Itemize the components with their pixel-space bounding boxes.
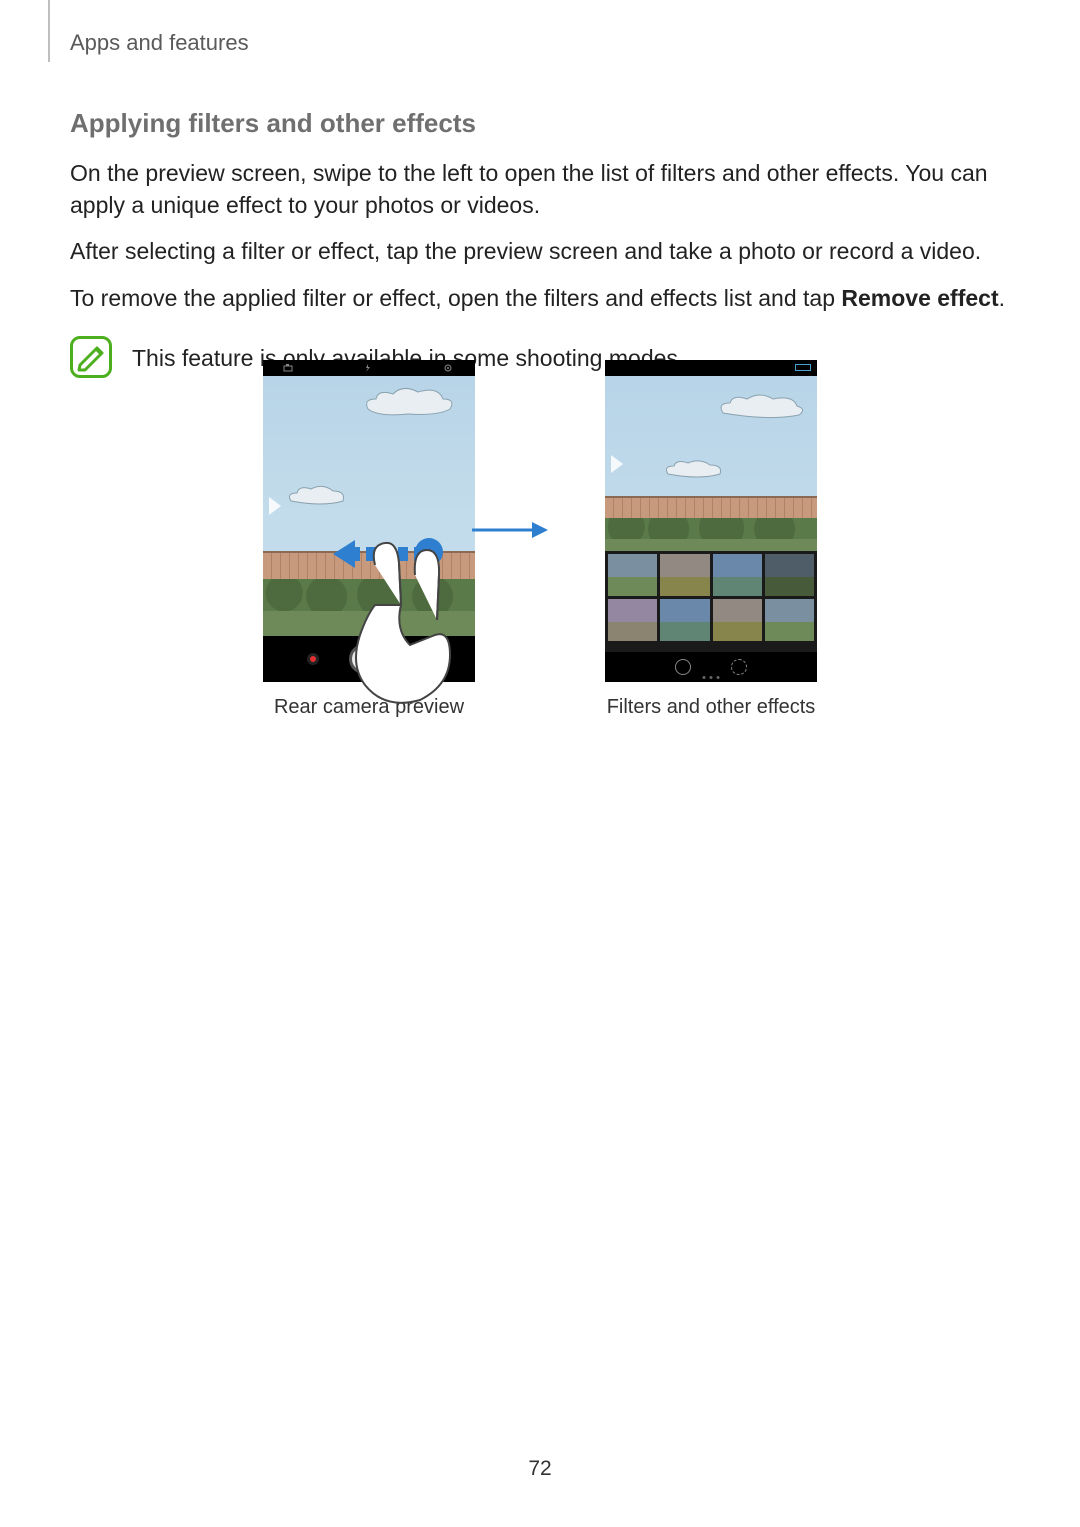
page-dots-icon <box>703 676 720 679</box>
scene-ground <box>605 496 817 551</box>
breadcrumb: Apps and features <box>70 30 249 56</box>
section-heading: Applying filters and other effects <box>70 108 1010 139</box>
main-content: Applying filters and other effects On th… <box>70 108 1010 378</box>
filters-preview <box>605 376 817 551</box>
phone-right <box>605 360 817 682</box>
camera-switch-icon <box>283 364 293 372</box>
gear-icon <box>443 364 453 372</box>
page-number: 72 <box>0 1457 1080 1481</box>
flash-icon <box>363 364 373 372</box>
cloud-icon <box>660 456 730 481</box>
paragraph-1: On the preview screen, swipe to the left… <box>70 157 1010 221</box>
paragraph-2: After selecting a filter or effect, tap … <box>70 235 1010 267</box>
remove-effect-label: Remove effect <box>841 285 998 311</box>
status-bar <box>605 360 817 376</box>
preview-chevron-icon <box>269 497 281 515</box>
filter-tile <box>713 599 762 641</box>
filters-footer <box>605 652 817 682</box>
figure-right-caption: Filters and other effects <box>607 696 816 719</box>
paragraph-3-prefix: To remove the applied filter or effect, … <box>70 285 841 311</box>
figure-left: Rear camera preview <box>263 360 475 719</box>
cloud-icon <box>358 384 458 419</box>
filter-tile <box>765 554 814 596</box>
phone-left <box>263 360 475 682</box>
paragraph-3-suffix: . <box>999 285 1005 311</box>
effects-tab-icon <box>675 659 691 675</box>
swipe-gesture <box>315 535 495 705</box>
filters-grid <box>605 551 817 652</box>
cloud-icon <box>715 391 805 421</box>
figure-right: Filters and other effects <box>605 360 817 719</box>
filter-tile <box>608 554 657 596</box>
stickers-tab-icon <box>731 659 747 675</box>
hand-icon <box>315 535 495 705</box>
filter-tile <box>660 599 709 641</box>
filter-tile <box>713 554 762 596</box>
preview-chevron-icon <box>611 455 623 473</box>
filter-tile <box>608 599 657 641</box>
status-bar <box>263 360 475 376</box>
filter-tile <box>765 599 814 641</box>
header-divider <box>48 0 50 62</box>
battery-icon <box>795 364 811 371</box>
filter-tile <box>660 554 709 596</box>
cloud-icon <box>283 481 353 509</box>
paragraph-3: To remove the applied filter or effect, … <box>70 282 1010 314</box>
